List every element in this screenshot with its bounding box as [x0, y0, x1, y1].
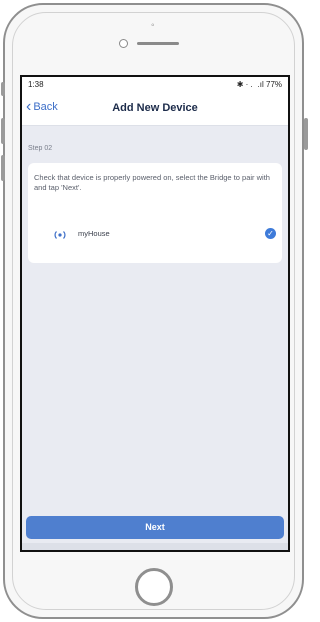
front-camera-icon	[119, 39, 128, 48]
back-button-label: Back	[33, 101, 58, 113]
chevron-left-icon: ‹	[26, 98, 32, 115]
back-button[interactable]: ‹ Back	[26, 98, 58, 115]
bridge-list-item[interactable]: myHouse ✓	[34, 223, 276, 245]
bridge-selection-card: Check that device is properly powered on…	[28, 163, 282, 263]
bridge-name: myHouse	[78, 229, 110, 238]
navigation-bar: ‹ Back Add New Device	[22, 93, 288, 126]
status-indicators: ✱ · . .ıl 77%	[236, 80, 282, 89]
mute-switch	[1, 82, 5, 96]
earpiece-speaker	[137, 42, 179, 45]
device-screen: 1:38 ✱ · . .ıl 77% ‹ Back Add New Device…	[20, 75, 290, 552]
power-button	[304, 118, 308, 150]
next-button[interactable]: Next	[26, 516, 284, 539]
step-label: Step 02	[28, 145, 53, 152]
volume-up-button	[1, 118, 5, 144]
wifi-signal-icon	[54, 231, 66, 239]
status-bar: 1:38 ✱ · . .ıl 77%	[22, 77, 288, 93]
instruction-text: Check that device is properly powered on…	[34, 173, 270, 192]
check-icon: ✓	[265, 228, 276, 239]
home-button[interactable]	[135, 568, 173, 606]
status-time: 1:38	[28, 80, 44, 89]
front-sensor-icon: ◦	[151, 20, 155, 31]
bottom-safe-area	[22, 543, 288, 550]
page-title: Add New Device	[112, 102, 198, 114]
volume-down-button	[1, 155, 5, 181]
